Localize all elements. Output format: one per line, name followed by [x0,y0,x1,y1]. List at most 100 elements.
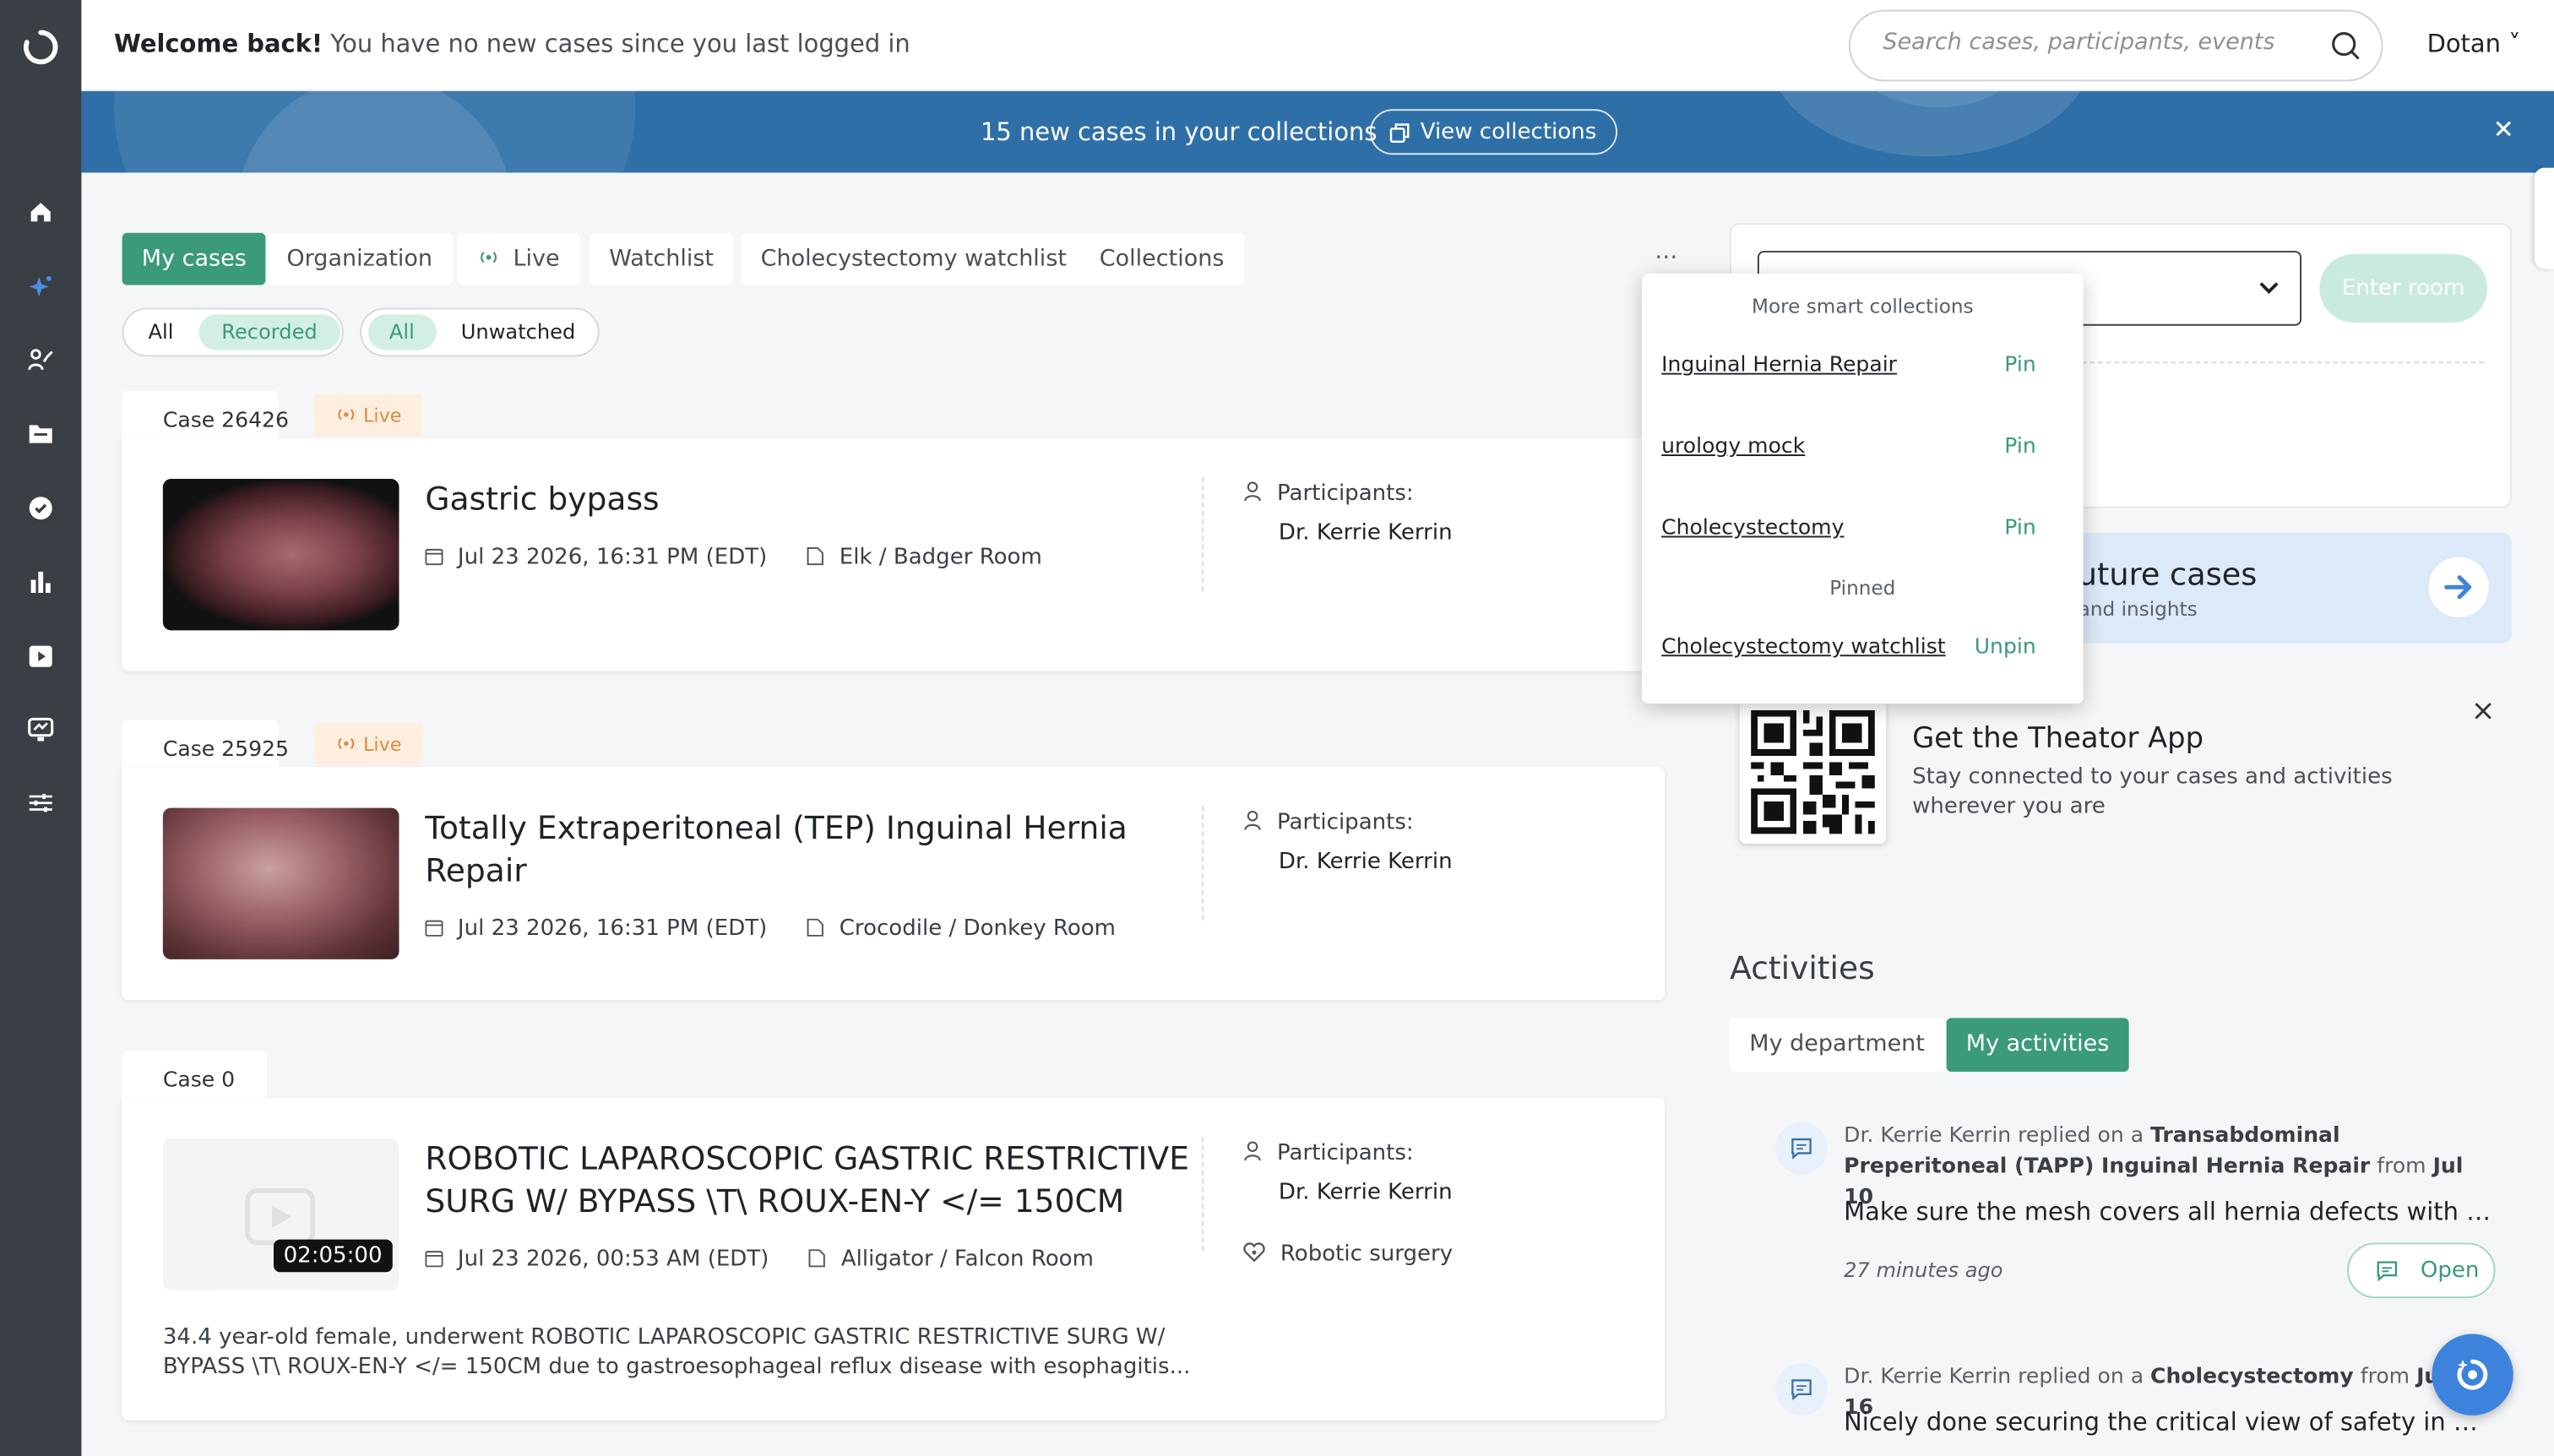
case-label: Case 26426 [122,390,289,440]
tab-my-activities[interactable]: My activities [1946,1018,2129,1072]
badge-check-icon[interactable] [26,493,56,523]
case-thumbnail[interactable]: 02:05:00 [162,1138,399,1290]
more-collections-button[interactable]: ⋯ [1655,244,1679,270]
view-collections-button[interactable]: View collections [1369,109,1618,155]
search-icon[interactable] [2329,30,2362,62]
close-icon[interactable] [2473,700,2494,721]
app-promo-title: Get the Theator App [1912,723,2204,756]
collection-link[interactable]: urology mock [1661,435,1805,459]
arrow-right-button[interactable] [2428,557,2489,617]
participants-label: Participants: [1242,809,1414,835]
watched-toggle: All Unwatched [360,307,600,357]
room-icon [807,918,824,937]
tab-cholecystectomy-watchlist[interactable]: Cholecystectomy watchlist [741,232,1087,285]
tab-organization[interactable]: Organization [267,232,453,285]
activity-message: Nicely done securing the critical view o… [1844,1407,2487,1437]
person-icon [1244,810,1261,830]
side-panel-handle[interactable] [2534,167,2554,269]
sidebar [0,0,82,1456]
participants-label: Participants: [1242,481,1414,507]
collections-icon [1389,123,1410,144]
arrow-right-icon [2444,575,2472,600]
assistant-icon [2457,1359,2488,1390]
help-assistant-button[interactable] [2432,1334,2513,1415]
case-meta: Jul 23 2026, 00:53 AM (EDT) Alligator / … [425,1246,1094,1272]
participant-name: Dr. Kerrie Kerrin [1278,519,1453,546]
banner-text: 15 new cases in your collections [980,117,1378,147]
filter-all-recorded[interactable]: All [132,314,189,350]
enter-room-button[interactable]: Enter room [2319,253,2487,323]
smart-collections-menu: More smart collections Inguinal Hernia R… [1641,273,2084,704]
person-icon [1244,481,1261,502]
divider [1202,806,1204,921]
open-activity-button[interactable]: Open [2347,1242,2496,1299]
tab-collections[interactable]: Collections [1079,232,1244,285]
sliders-icon[interactable] [26,788,56,818]
room-icon [807,546,824,566]
home-icon[interactable] [26,197,56,226]
live-badge: Live [314,394,423,437]
welcome-message: Welcome back! You have no new cases sinc… [113,29,910,59]
case-label: Case 0 [122,1050,268,1100]
menu-header: More smart collections [1752,295,1974,318]
tab-my-cases[interactable]: My cases [122,232,266,285]
divider [1202,477,1204,592]
procedure-tag: Robotic surgery [1242,1241,1453,1267]
recorded-toggle: All Recorded [122,307,344,357]
pin-button[interactable]: Pin [2004,353,2035,378]
user-menu[interactable]: Dotan ˅ [2427,30,2521,59]
divider [1202,1137,1204,1252]
video-duration: 02:05:00 [273,1239,393,1273]
case-card[interactable]: Totally Extraperitoneal (TEP) Inguinal H… [122,767,1665,1001]
live-broadcast-icon [338,737,355,749]
tab-watchlist[interactable]: Watchlist [590,232,734,285]
monitor-icon[interactable] [26,715,56,745]
theator-logo-icon[interactable] [21,28,60,67]
analytics-user-icon[interactable] [26,345,56,375]
filter-all-watched[interactable]: All [367,314,436,350]
tab-live[interactable]: Live [457,232,579,285]
case-title[interactable]: Totally Extraperitoneal (TEP) Inguinal H… [425,808,1142,893]
case-meta: Jul 23 2026, 16:31 PM (EDT) Elk / Badger… [425,544,1042,570]
video-play-icon[interactable] [26,642,56,671]
comment-icon [1775,1363,1828,1415]
new-cases-banner: 15 new cases in your collections View co… [81,90,2554,173]
search-input[interactable] [1883,29,2307,56]
collection-link[interactable]: Inguinal Hernia Repair [1661,353,1897,378]
comment-icon [2377,1261,2398,1282]
sparkle-icon[interactable] [26,272,56,302]
pin-button[interactable]: Pin [2004,435,2035,459]
calendar-icon [425,548,443,566]
live-broadcast-icon [338,409,355,421]
case-label: Case 25925 [122,720,289,769]
collection-link[interactable]: Cholecystectomy [1661,516,1844,541]
comment-icon [1775,1122,1828,1175]
case-meta: Jul 23 2026, 16:31 PM (EDT) Crocodile / … [425,915,1116,942]
case-thumbnail[interactable] [162,478,399,631]
app-promo-subtitle: Stay connected to your cases and activit… [1912,763,2393,820]
top-bar: Welcome back! You have no new cases sinc… [81,0,2554,91]
case-card[interactable]: 02:05:00 ROBOTIC LAPAROSCOPIC GASTRIC RE… [122,1097,1665,1421]
filter-recorded[interactable]: Recorded [198,314,340,350]
filter-unwatched[interactable]: Unwatched [444,314,591,350]
pin-button[interactable]: Pin [2004,516,2035,541]
person-icon [1244,1141,1261,1161]
folder-icon[interactable] [26,419,56,448]
calendar-icon [425,920,443,937]
participant-name: Dr. Kerrie Kerrin [1278,848,1453,875]
activity-subject-link[interactable]: Cholecystectomy [2150,1365,2354,1389]
search-box[interactable] [1848,9,2383,82]
tab-my-department[interactable]: My department [1730,1018,1945,1072]
pinned-collection-link[interactable]: Cholecystectomy watchlist [1661,635,1945,660]
case-thumbnail[interactable] [162,807,399,959]
activity-message: Make sure the mesh covers all hernia def… [1844,1197,2496,1227]
unpin-button[interactable]: Unpin [1975,635,2036,660]
close-icon[interactable] [2492,117,2515,140]
bar-chart-icon[interactable] [26,567,56,596]
case-title[interactable]: ROBOTIC LAPAROSCOPIC GASTRIC RESTRICTIVE… [425,1138,1190,1223]
participant-name: Dr. Kerrie Kerrin [1278,1179,1453,1206]
case-card[interactable]: Gastric bypass Jul 23 2026, 16:31 PM (ED… [122,437,1665,671]
activity-timestamp: 27 minutes ago [1844,1257,2003,1282]
pinned-header: Pinned [1829,576,1896,600]
case-title[interactable]: Gastric bypass [425,479,659,521]
